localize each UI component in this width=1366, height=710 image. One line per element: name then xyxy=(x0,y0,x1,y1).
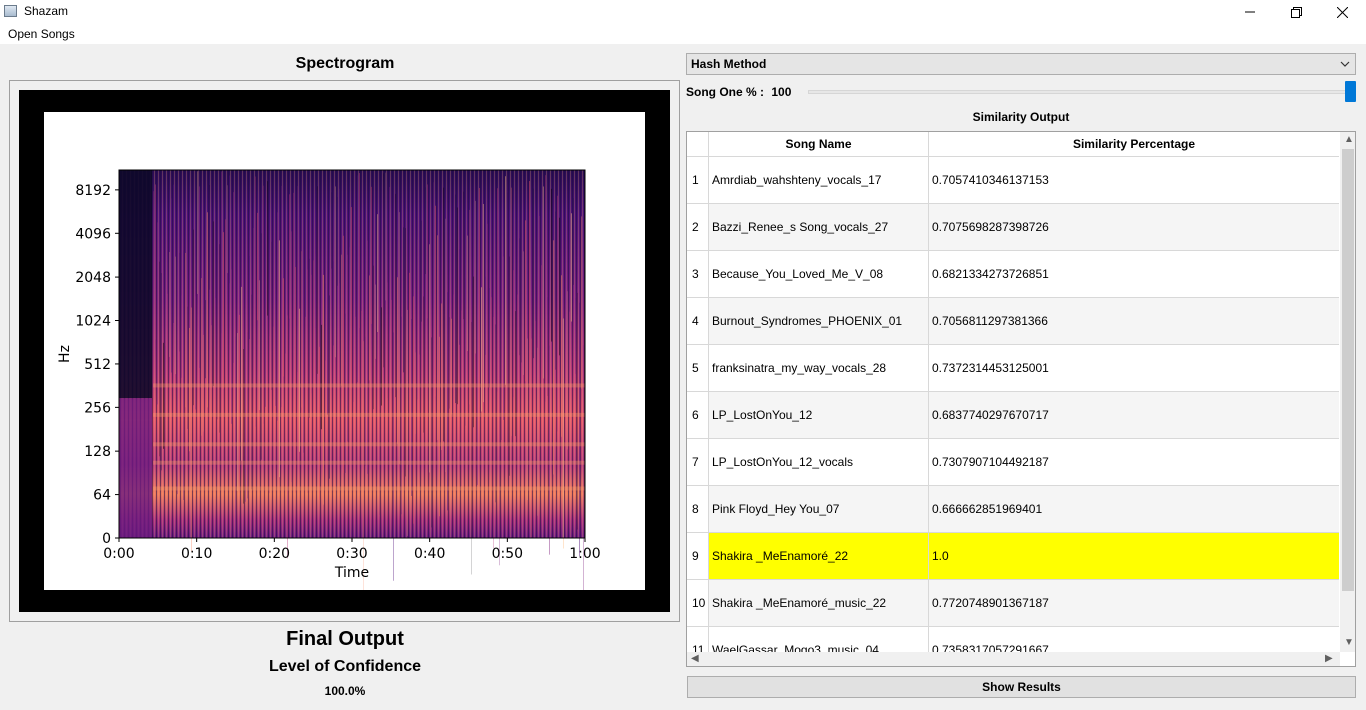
x-axis-label: Time xyxy=(334,565,369,581)
cell-song-name[interactable]: Shakira _MeEnamoré_22 xyxy=(709,533,929,579)
cell-similarity[interactable]: 0.7075698287398726 xyxy=(929,204,1339,250)
cell-similarity[interactable]: 0.6821334273726851 xyxy=(929,251,1339,297)
y-axis-label: Hz xyxy=(57,345,73,363)
table-row[interactable]: 5 franksinatra_my_way_vocals_28 0.73723144… xyxy=(687,345,1339,392)
table-row[interactable]: 4 Burnout_Syndromes_PHOENIX_01 0.705681129… xyxy=(687,298,1339,345)
x-tick-label: 0:40 xyxy=(414,546,445,562)
scroll-left-icon[interactable]: ◀ xyxy=(691,653,699,664)
row-number[interactable]: 4 xyxy=(687,298,709,344)
cell-similarity[interactable]: 0.7358317057291667 xyxy=(929,627,1339,652)
row-number[interactable]: 8 xyxy=(687,486,709,532)
y-tick-label: 8192 xyxy=(75,183,111,199)
app-icon xyxy=(4,5,17,17)
window-title: Shazam xyxy=(24,4,69,18)
spectrogram-chart: 0 64 128 256 512 1024 2048 4096 8192 0:00 0:10 0:20… xyxy=(57,169,601,590)
row-number[interactable]: 11 xyxy=(687,627,709,652)
slider-value: 100 xyxy=(771,85,792,99)
table-row[interactable]: 9 Shakira _MeEnamoré_22 1.0 xyxy=(687,533,1339,580)
row-number[interactable]: 2 xyxy=(687,204,709,250)
x-tick-label: 1:00 xyxy=(569,546,600,562)
close-icon xyxy=(1336,6,1348,18)
y-tick-label: 128 xyxy=(84,444,111,460)
spectrogram-title: Spectrogram xyxy=(295,55,395,72)
chevron-down-icon xyxy=(1340,61,1350,67)
table-row[interactable]: 1 Amrdiab_wahshteny_vocals_17 0.7057410346… xyxy=(687,157,1339,204)
restore-icon xyxy=(1290,6,1302,18)
menu-open-songs[interactable]: Open Songs xyxy=(8,27,75,41)
cell-similarity[interactable]: 0.7307907104492187 xyxy=(929,439,1339,485)
column-header-similarity[interactable]: Similarity Percentage xyxy=(929,132,1339,157)
restore-button[interactable] xyxy=(1273,0,1319,24)
scroll-right-icon[interactable]: ▶ xyxy=(1325,653,1333,664)
row-number[interactable]: 6 xyxy=(687,392,709,438)
final-output-title: Final Output xyxy=(286,628,404,650)
row-number[interactable]: 10 xyxy=(687,580,709,626)
similarity-table[interactable]: Song Name Similarity Percentage 1 Amrdiab… xyxy=(686,131,1356,667)
table-row[interactable]: 2 Bazzi_Renee_s Song_vocals_27 0.707569828… xyxy=(687,204,1339,251)
cell-similarity[interactable]: 0.666662851969401 xyxy=(929,486,1339,532)
row-number[interactable]: 9 xyxy=(687,533,709,579)
close-button[interactable] xyxy=(1319,0,1365,24)
song-one-slider-track[interactable] xyxy=(808,90,1354,94)
y-tick-label: 2048 xyxy=(75,270,111,286)
x-tick-label: 0:20 xyxy=(259,546,290,562)
table-row[interactable]: 10 Shakira _MeEnamoré_music_22 0.772074890… xyxy=(687,580,1339,627)
row-number[interactable]: 3 xyxy=(687,251,709,297)
cell-song-name[interactable]: Shakira _MeEnamoré_music_22 xyxy=(709,580,929,626)
y-tick-label: 1024 xyxy=(75,314,111,330)
table-row[interactable]: 8 Pink Floyd_Hey You_07 0.666662851969401 xyxy=(687,486,1339,533)
minimize-icon xyxy=(1245,11,1255,13)
song-one-slider-handle[interactable] xyxy=(1345,81,1356,102)
cell-song-name[interactable]: LP_LostOnYou_12 xyxy=(709,392,929,438)
slider-label-text: Song One % : xyxy=(686,85,764,99)
table-row[interactable]: 7 LP_LostOnYou_12_vocals 0.730790710449218… xyxy=(687,439,1339,486)
horizontal-scrollbar[interactable]: ◀ ▶ xyxy=(687,652,1340,666)
hash-method-dropdown[interactable]: Hash Method xyxy=(686,53,1356,75)
table-row[interactable]: 3 Because_You_Loved_Me_V_08 0.682133427372… xyxy=(687,251,1339,298)
y-tick-label: 4096 xyxy=(75,226,111,242)
show-results-button[interactable]: Show Results xyxy=(687,676,1356,698)
x-tick-label: 0:30 xyxy=(336,546,367,562)
cell-similarity[interactable]: 0.7056811297381366 xyxy=(929,298,1339,344)
scroll-up-icon[interactable]: ▲ xyxy=(1344,134,1354,145)
menu-bar: Open Songs xyxy=(0,24,1366,44)
y-tick-label: 0 xyxy=(102,531,111,547)
vertical-scroll-thumb[interactable] xyxy=(1342,149,1354,591)
cell-song-name[interactable]: LP_LostOnYou_12_vocals xyxy=(709,439,929,485)
title-bar: Shazam xyxy=(0,0,1366,24)
cell-song-name[interactable]: Pink Floyd_Hey You_07 xyxy=(709,486,929,532)
cell-similarity[interactable]: 0.7720748901367187 xyxy=(929,580,1339,626)
hash-method-selected: Hash Method xyxy=(691,57,767,71)
cell-song-name[interactable]: Bazzi_Renee_s Song_vocals_27 xyxy=(709,204,929,250)
minimize-button[interactable] xyxy=(1227,0,1273,24)
cell-song-name[interactable]: Burnout_Syndromes_PHOENIX_01 xyxy=(709,298,929,344)
confidence-value: 100.0% xyxy=(324,684,366,698)
similarity-output-title: Similarity Output xyxy=(972,110,1070,124)
confidence-label: Level of Confidence xyxy=(268,658,422,675)
row-number[interactable]: 5 xyxy=(687,345,709,391)
scroll-down-icon[interactable]: ▼ xyxy=(1344,637,1354,648)
vertical-scrollbar[interactable]: ▲ ▼ xyxy=(1340,132,1355,652)
table-corner xyxy=(687,132,709,157)
row-number[interactable]: 1 xyxy=(687,157,709,203)
x-tick-label: 0:50 xyxy=(492,546,523,562)
table-row[interactable]: 6 LP_LostOnYou_12 0.6837740297670717 xyxy=(687,392,1339,439)
y-tick-label: 512 xyxy=(84,357,111,373)
cell-similarity[interactable]: 0.7057410346137153 xyxy=(929,157,1339,203)
cell-song-name[interactable]: franksinatra_my_way_vocals_28 xyxy=(709,345,929,391)
row-number[interactable]: 7 xyxy=(687,439,709,485)
column-header-song-name[interactable]: Song Name xyxy=(709,132,929,157)
y-tick-label: 64 xyxy=(93,488,111,504)
cell-similarity[interactable]: 1.0 xyxy=(929,533,1339,579)
y-tick-label: 256 xyxy=(84,400,111,416)
cell-song-name[interactable]: Because_You_Loved_Me_V_08 xyxy=(709,251,929,297)
cell-song-name[interactable]: Amrdiab_wahshteny_vocals_17 xyxy=(709,157,929,203)
x-tick-label: 0:00 xyxy=(103,546,134,562)
x-tick-label: 0:10 xyxy=(181,546,212,562)
cell-similarity[interactable]: 0.6837740297670717 xyxy=(929,392,1339,438)
cell-song-name[interactable]: WaelGassar_Mogo3_music_04 xyxy=(709,627,929,652)
table-row[interactable]: 11 WaelGassar_Mogo3_music_04 0.73583170572… xyxy=(687,627,1339,652)
song-one-percent-label: Song One % : 100 xyxy=(686,85,791,99)
cell-similarity[interactable]: 0.7372314453125001 xyxy=(929,345,1339,391)
